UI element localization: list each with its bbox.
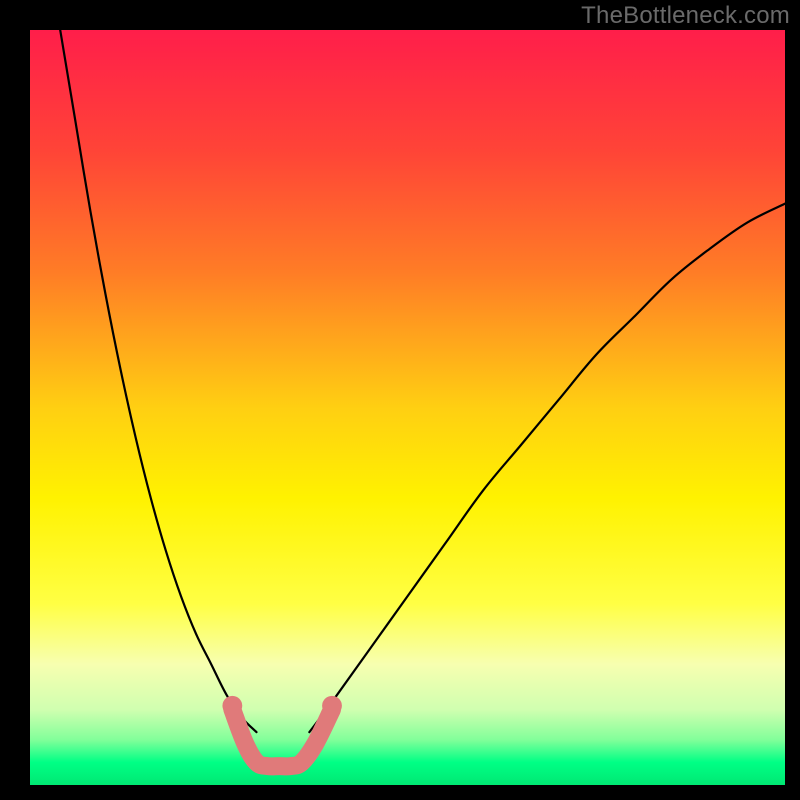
plot-background-wrap bbox=[30, 30, 785, 785]
chart-frame: TheBottleneck.com bbox=[0, 0, 800, 800]
plot-background-gradient bbox=[30, 30, 785, 785]
watermark-text: TheBottleneck.com bbox=[581, 2, 790, 30]
